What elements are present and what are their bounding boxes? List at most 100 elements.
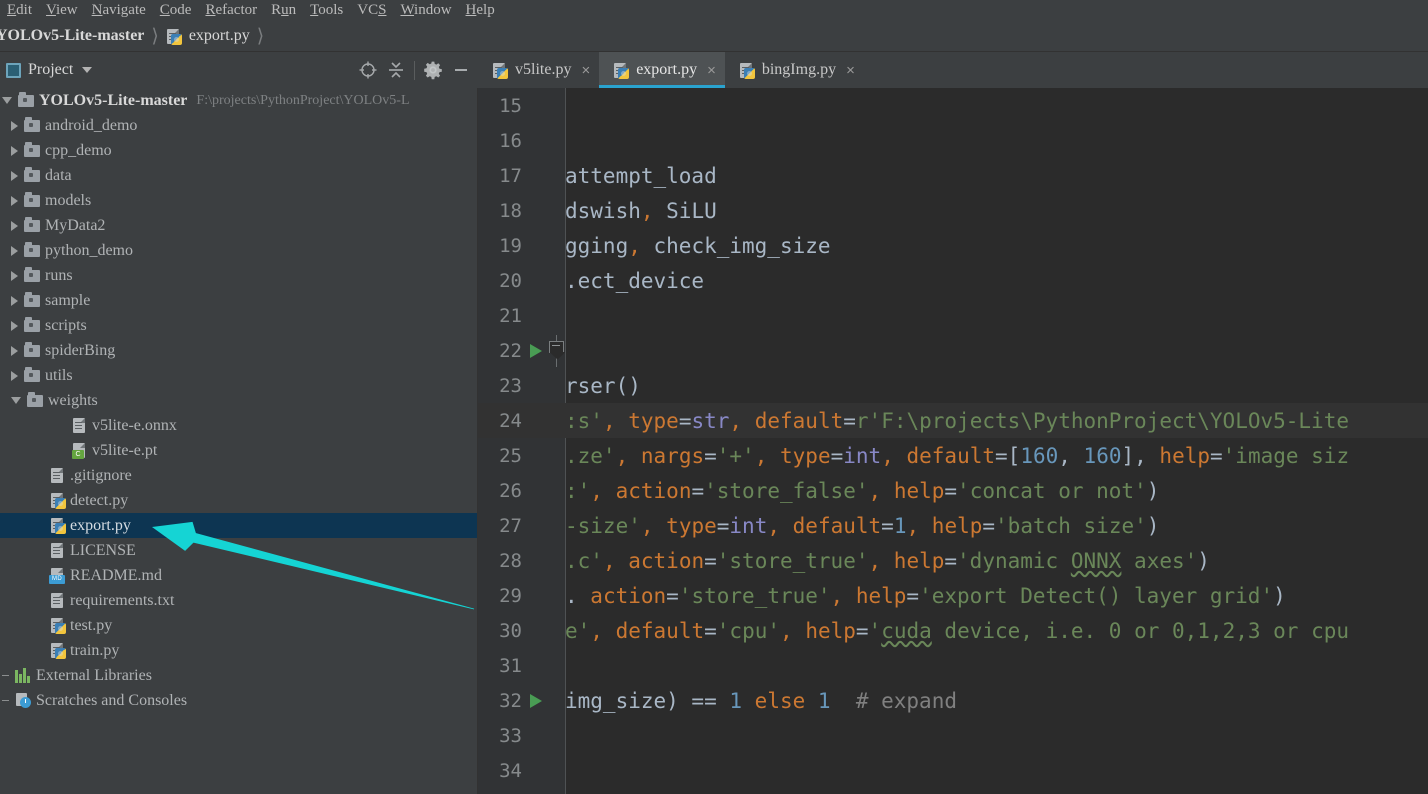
tree-row-license[interactable]: LICENSE	[0, 538, 478, 563]
tree-row--gitignore[interactable]: .gitignore	[0, 463, 478, 488]
tree-row-scripts[interactable]: scripts	[0, 313, 478, 338]
editor-tab-export-py[interactable]: export.py ×	[599, 52, 725, 88]
line-number-29[interactable]: 29	[478, 585, 522, 607]
line-number-31[interactable]: 31	[478, 655, 522, 677]
line-number-18[interactable]: 18	[478, 200, 522, 222]
tree-row-runs[interactable]: runs	[0, 263, 478, 288]
tree-row-scratches-and-consoles[interactable]: Scratches and Consoles	[0, 688, 478, 713]
line-number-27[interactable]: 27	[478, 515, 522, 537]
tree-row-readme-md[interactable]: MD README.md	[0, 563, 478, 588]
chevron-right-icon[interactable]	[11, 270, 18, 281]
line-number-28[interactable]: 28	[478, 550, 522, 572]
tree-row-sample[interactable]: sample	[0, 288, 478, 313]
close-icon[interactable]: ×	[707, 62, 716, 79]
chevron-right-icon[interactable]	[11, 345, 18, 356]
chevron-right-icon[interactable]	[11, 245, 18, 256]
line-number-19[interactable]: 19	[478, 235, 522, 257]
line-number-30[interactable]: 30	[478, 620, 522, 642]
code-token: axes'	[1121, 548, 1198, 573]
tree-dash-icon[interactable]	[2, 700, 9, 701]
code-token: ,	[868, 548, 882, 573]
chevron-right-icon[interactable]	[11, 320, 18, 331]
project-tree[interactable]: YOLOv5-Lite-master F:\projects\PythonProj…	[0, 88, 478, 794]
gear-icon[interactable]	[419, 56, 447, 84]
line-number-21[interactable]: 21	[478, 305, 522, 327]
code-editor[interactable]: 15 16 17 attempt_load 18 dswish, SiLU 19 gging,…	[478, 88, 1428, 794]
tree-row-requirements-txt[interactable]: requirements.txt	[0, 588, 478, 613]
menu-item-refactor[interactable]: Refactor	[198, 0, 264, 21]
run-gutter-icon[interactable]	[530, 343, 542, 358]
line-number-25[interactable]: 25	[478, 445, 522, 467]
run-gutter-icon[interactable]	[530, 693, 542, 708]
code-token: .ect_device	[565, 268, 705, 293]
tree-row-cpp-demo[interactable]: cpp_demo	[0, 138, 478, 163]
chevron-right-icon[interactable]	[11, 370, 18, 381]
tree-row-data[interactable]: data	[0, 163, 478, 188]
line-number-20[interactable]: 20	[478, 270, 522, 292]
chevron-right-icon[interactable]	[11, 120, 18, 131]
tree-row-test-py[interactable]: test.py	[0, 613, 478, 638]
menu-item-run[interactable]: Run	[264, 0, 303, 21]
tree-row-weights[interactable]: weights	[0, 388, 478, 413]
text-file-icon	[49, 542, 66, 559]
fold-marker-icon[interactable]	[548, 334, 564, 367]
line-number-23[interactable]: 23	[478, 375, 522, 397]
menu-item-navigate[interactable]: Navigate	[85, 0, 153, 21]
chevron-right-icon[interactable]	[11, 295, 18, 306]
tree-row-spiderbing[interactable]: spiderBing	[0, 338, 478, 363]
tree-row-models[interactable]: models	[0, 188, 478, 213]
chevron-down-icon[interactable]	[11, 397, 21, 404]
close-icon[interactable]: ×	[581, 62, 590, 79]
tree-row-yolov5-lite-master[interactable]: YOLOv5-Lite-master F:\projects\PythonProj…	[0, 88, 478, 113]
chevron-down-icon[interactable]	[2, 97, 12, 104]
menu-item-tools[interactable]: Tools	[303, 0, 350, 21]
tree-row-external-libraries[interactable]: External Libraries	[0, 663, 478, 688]
code-token: help	[1159, 443, 1210, 468]
line-number-17[interactable]: 17	[478, 165, 522, 187]
tree-row-train-py[interactable]: train.py	[0, 638, 478, 663]
menu-item-vcs[interactable]: VCS	[350, 0, 393, 21]
tree-row-android-demo[interactable]: android_demo	[0, 113, 478, 138]
editor-tab-strip: v5lite.py × export.py × bingImg.py ×	[478, 52, 1428, 88]
menu-item-view[interactable]: View	[39, 0, 85, 21]
project-panel-title-group[interactable]: Project	[0, 61, 93, 79]
minimize-icon[interactable]	[447, 56, 475, 84]
menu-item-code[interactable]: Code	[153, 0, 199, 21]
line-number-33[interactable]: 33	[478, 725, 522, 747]
menu-item-window[interactable]: Window	[393, 0, 458, 21]
chevron-right-icon[interactable]	[11, 220, 18, 231]
tree-row-v5lite-e-onnx[interactable]: v5lite-e.onnx	[0, 413, 478, 438]
close-icon[interactable]: ×	[846, 62, 855, 79]
chevron-right-icon[interactable]	[11, 145, 18, 156]
chevron-right-icon[interactable]	[11, 195, 18, 206]
chevron-right-icon[interactable]	[11, 170, 18, 181]
tree-row-python-demo[interactable]: python_demo	[0, 238, 478, 263]
line-number-22[interactable]: 22	[478, 340, 522, 362]
editor-tab-bingImg-py[interactable]: bingImg.py ×	[725, 52, 864, 88]
menu-item-help[interactable]: Help	[459, 0, 502, 21]
line-number-26[interactable]: 26	[478, 480, 522, 502]
collapse-all-icon[interactable]	[382, 56, 410, 84]
tree-row-export-py[interactable]: export.py	[0, 513, 478, 538]
scroll-from-source-icon[interactable]	[354, 56, 382, 84]
chevron-down-icon[interactable]	[82, 67, 93, 73]
code-token: ,	[628, 233, 641, 258]
tree-row-utils[interactable]: utils	[0, 363, 478, 388]
line-number-24[interactable]: 24	[478, 410, 522, 432]
editor-tab-v5lite-py[interactable]: v5lite.py ×	[478, 52, 599, 88]
line-number-34[interactable]: 34	[478, 760, 522, 782]
code-line-text-23: rser()	[565, 368, 641, 403]
tree-row-detect-py[interactable]: detect.py	[0, 488, 478, 513]
tree-row-v5lite-e-pt[interactable]: Cv5lite-e.pt	[0, 438, 478, 463]
line-number-16[interactable]: 16	[478, 130, 522, 152]
breadcrumb-file[interactable]: export.py	[165, 21, 250, 52]
line-number-15[interactable]: 15	[478, 95, 522, 117]
menu-item-edit[interactable]: Edit	[0, 0, 39, 21]
tree-dash-icon[interactable]	[2, 675, 9, 676]
code-row-16: 16	[478, 123, 1428, 158]
breadcrumb-project[interactable]: YOLOv5-Lite-master	[0, 21, 144, 52]
line-number-32[interactable]: 32	[478, 690, 522, 712]
code-line-text-28: .c', action ='store_true', help ='dynamic …	[565, 543, 1210, 578]
tree-row-mydata2[interactable]: MyData2	[0, 213, 478, 238]
code-token: action	[615, 478, 692, 503]
